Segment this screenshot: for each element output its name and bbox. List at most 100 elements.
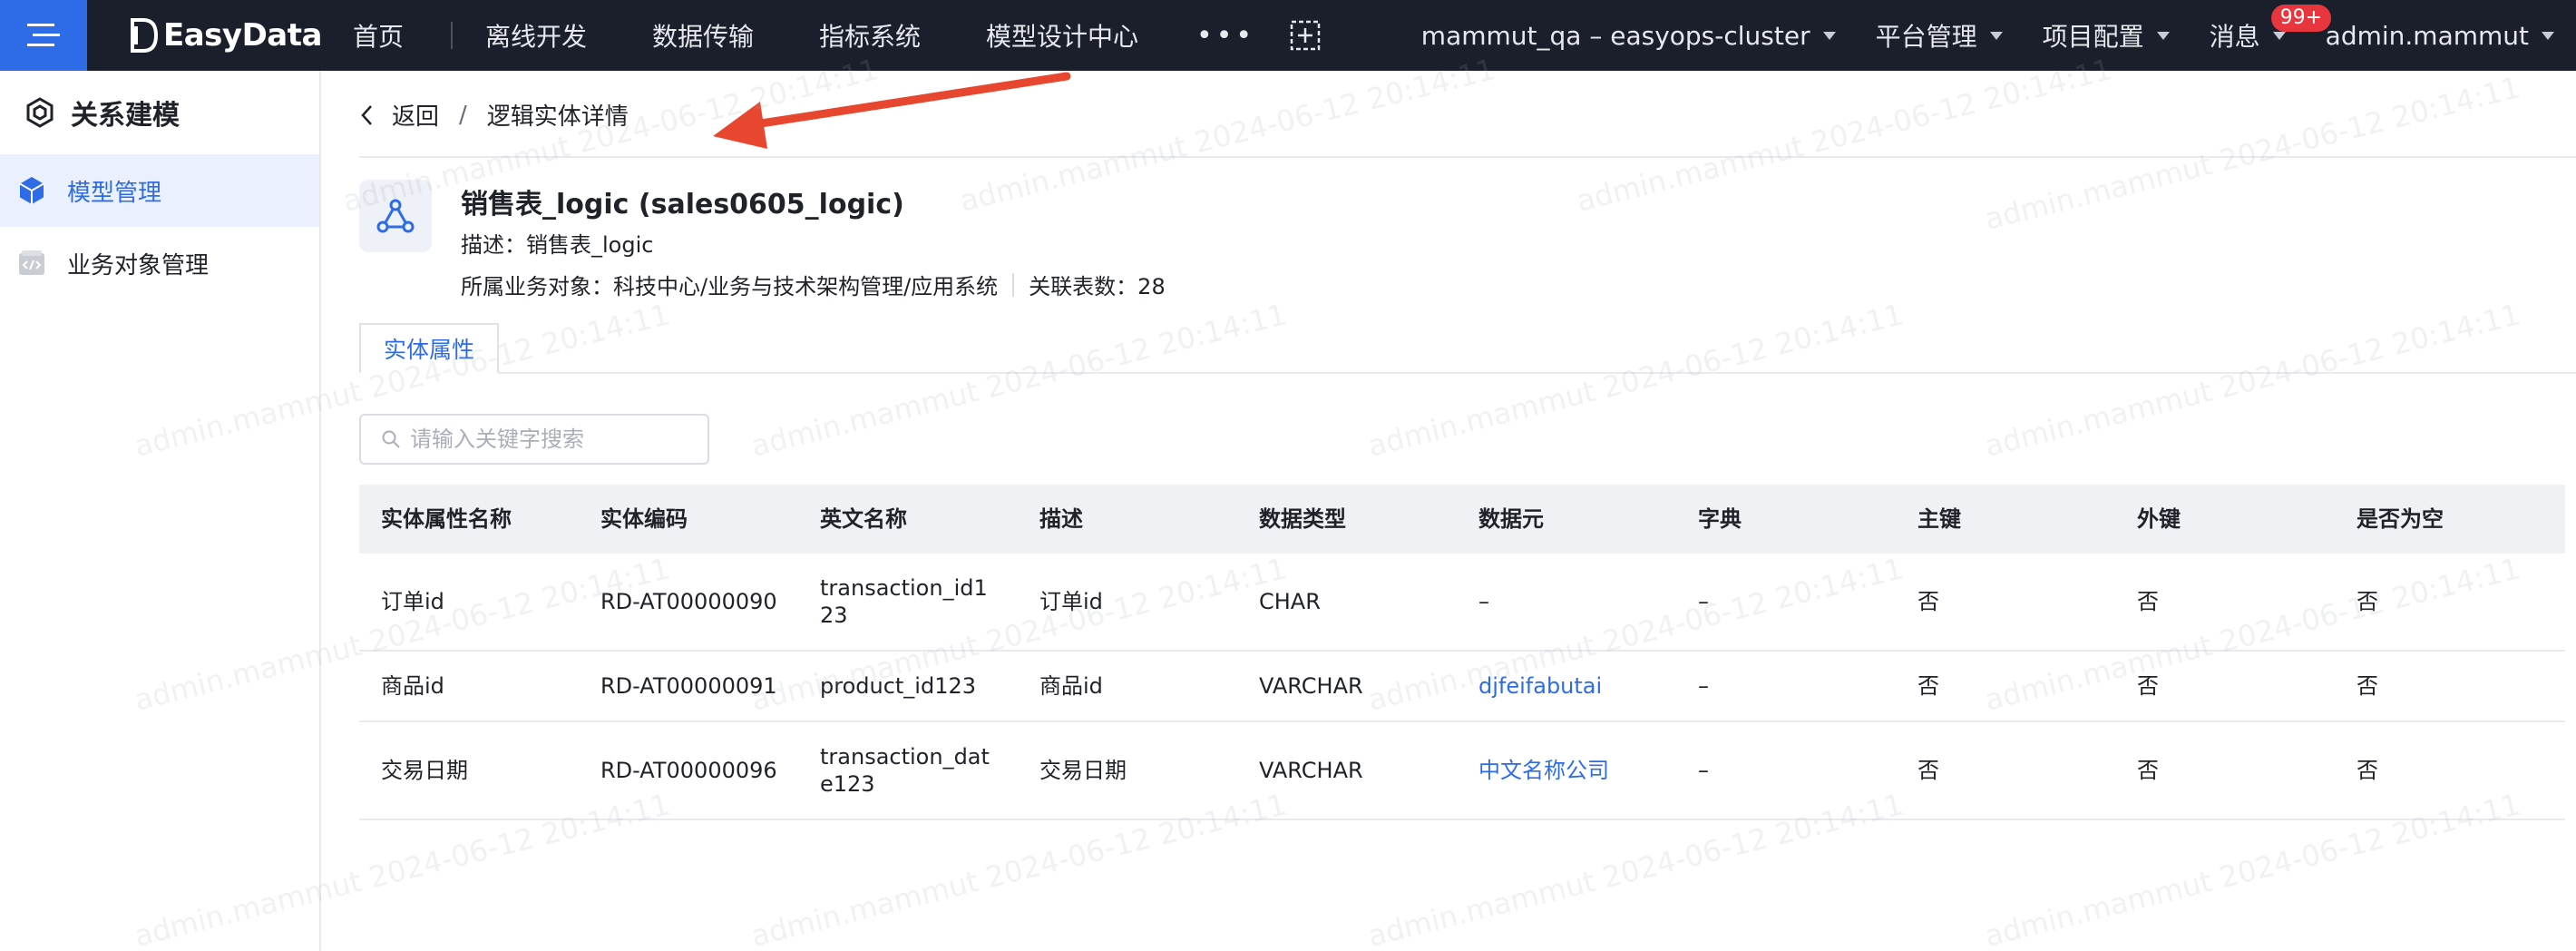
messages-menu[interactable]: 消息 99+ [2209,5,2332,54]
cell-dictionary: – [1698,673,1709,699]
menu-toggle-button[interactable] [0,0,87,71]
main-content: 返回 / 逻辑实体详情 销售表_logic (sales0605_logic) … [323,71,2576,951]
entity-meta: 所属业务对象：科技中心/业务与技术架构管理/应用系统 关联表数：28 [461,269,1166,300]
entity-description: 描述：销售表_logic [461,232,654,258]
cell-data-type: VARCHAR [1259,758,1363,783]
cube-outline-icon [26,97,54,128]
entity-owner: 所属业务对象：科技中心/业务与技术架构管理/应用系统 [461,274,999,299]
right-nav: mammut_qa – easyops-cluster 平台管理 项目配置 消息… [1421,0,2576,71]
sidebar-title-text: 关系建模 [71,100,180,132]
back-label: 返回 [392,103,440,131]
breadcrumb-current: 逻辑实体详情 [486,103,629,131]
code-box-icon [19,250,44,275]
top-bar: EasyData 首页 离线开发 数据传输 指标系统 模型设计中心 ••• ma… [0,0,2576,71]
nav-metrics[interactable]: 指标系统 [786,17,953,54]
table-row: 商品id RD-AT00000091 product_id123 商品id VA… [359,652,2565,722]
back-button[interactable]: 返回 [359,98,439,132]
messages-label: 消息 [2209,22,2260,52]
platform-label: 平台管理 [1875,22,1977,52]
nav-model-design[interactable]: 模型设计中心 [953,17,1171,54]
cell-primary-key: 否 [1917,673,1939,699]
sidebar: 关系建模 模型管理 业务对象管理 [0,71,321,951]
cell-data-type: CHAR [1259,589,1321,614]
data-element-link[interactable]: 中文名称公司 [1457,757,1676,784]
nav-data-transfer[interactable]: 数据传输 [620,17,786,54]
user-menu[interactable]: admin.mammut [2326,21,2554,51]
cube-icon [19,177,44,204]
col-entity-code: 实体编码 [600,506,688,532]
sidebar-item-label: 模型管理 [67,179,162,207]
attribute-table: 实体属性名称 实体编码 英文名称 描述 数据类型 数据元 字典 主键 外键 是否… [359,485,2565,820]
cell-nullable: 否 [2356,673,2378,699]
expand-square-icon[interactable] [1290,20,1321,51]
cell-nullable: 否 [2356,589,2378,614]
cell-entity-code: RD-AT00000090 [600,589,777,614]
cell-attribute-name: 商品id [381,673,444,699]
cluster-selector[interactable]: mammut_qa – easyops-cluster [1421,21,1836,51]
table-row: 交易日期 RD-AT00000096 transaction_date123 交… [359,722,2565,820]
entity-title: 销售表_logic (sales0605_logic) [461,189,904,221]
chevron-down-icon [2156,31,2170,40]
col-description: 描述 [1039,506,1083,532]
sidebar-title: 关系建模 [0,71,319,154]
entity-table-count: 关联表数：28 [1029,274,1166,299]
search-input[interactable] [410,426,700,452]
project-label: 项目配置 [2042,22,2144,52]
cell-data-element: – [1478,589,1489,614]
tab-entity-attributes[interactable]: 实体属性 [359,323,499,374]
cell-dictionary: – [1698,758,1709,783]
breadcrumb: 返回 / 逻辑实体详情 [359,98,629,132]
search-icon [382,430,400,448]
chevron-down-icon [2542,31,2554,40]
sidebar-item-label: 业务对象管理 [67,251,210,279]
col-dictionary: 字典 [1698,506,1742,532]
entity-icon-box [359,180,432,252]
cell-english-name: transaction_id123 [820,575,988,628]
main-nav: 首页 离线开发 数据传输 指标系统 模型设计中心 ••• [349,0,1321,71]
cluster-label: mammut_qa – easyops-cluster [1420,20,1810,51]
cell-english-name: product_id123 [820,673,977,699]
relation-node-icon [376,199,415,233]
cell-description: 商品id [1039,673,1103,699]
cell-attribute-name: 订单id [381,589,444,614]
cell-primary-key: 否 [1917,589,1939,614]
col-foreign-key: 外键 [2137,506,2181,532]
project-menu[interactable]: 项目配置 [2043,17,2170,54]
nav-offline-dev[interactable]: 离线开发 [453,17,620,54]
col-primary-key: 主键 [1917,506,1961,532]
cell-attribute-name: 交易日期 [381,758,468,783]
platform-menu[interactable]: 平台管理 [1876,17,2003,54]
hamburger-icon [27,24,60,46]
cell-english-name: transaction_date123 [820,744,990,797]
data-element-link[interactable]: djfeifabutai [1457,672,1676,700]
cell-foreign-key: 否 [2137,758,2159,783]
user-label: admin.mammut [2325,20,2529,51]
meta-divider [1012,272,1015,297]
breadcrumb-separator: / [459,101,467,129]
cell-foreign-key: 否 [2137,589,2159,614]
col-data-element: 数据元 [1478,506,1544,532]
chevron-left-icon [361,104,372,125]
easydata-logo-icon [131,18,158,53]
app-root: EasyData 首页 离线开发 数据传输 指标系统 模型设计中心 ••• ma… [0,0,2576,951]
app-logo[interactable]: EasyData [131,17,322,54]
sidebar-item-business-object[interactable]: 业务对象管理 [0,227,319,299]
tab-bar-line [359,372,2576,374]
col-data-type: 数据类型 [1259,506,1346,532]
col-english-name: 英文名称 [820,506,907,532]
cell-foreign-key: 否 [2137,673,2159,699]
col-attribute-name: 实体属性名称 [381,506,512,532]
annotation-arrow-icon [713,72,1071,149]
breadcrumb-divider [359,156,2576,158]
cell-entity-code: RD-AT00000091 [600,673,777,699]
cell-data-type: VARCHAR [1259,673,1363,699]
nav-more-icon[interactable]: ••• [1171,20,1281,52]
nav-home[interactable]: 首页 [349,17,451,54]
messages-badge: 99+ [2270,5,2332,32]
table-row: 订单id RD-AT00000090 transaction_id123 订单i… [359,554,2565,652]
cell-primary-key: 否 [1917,758,1939,783]
cell-description: 交易日期 [1039,758,1127,783]
sidebar-item-model-management[interactable]: 模型管理 [0,154,319,227]
chevron-down-icon [2272,31,2286,40]
search-box[interactable] [359,414,709,465]
